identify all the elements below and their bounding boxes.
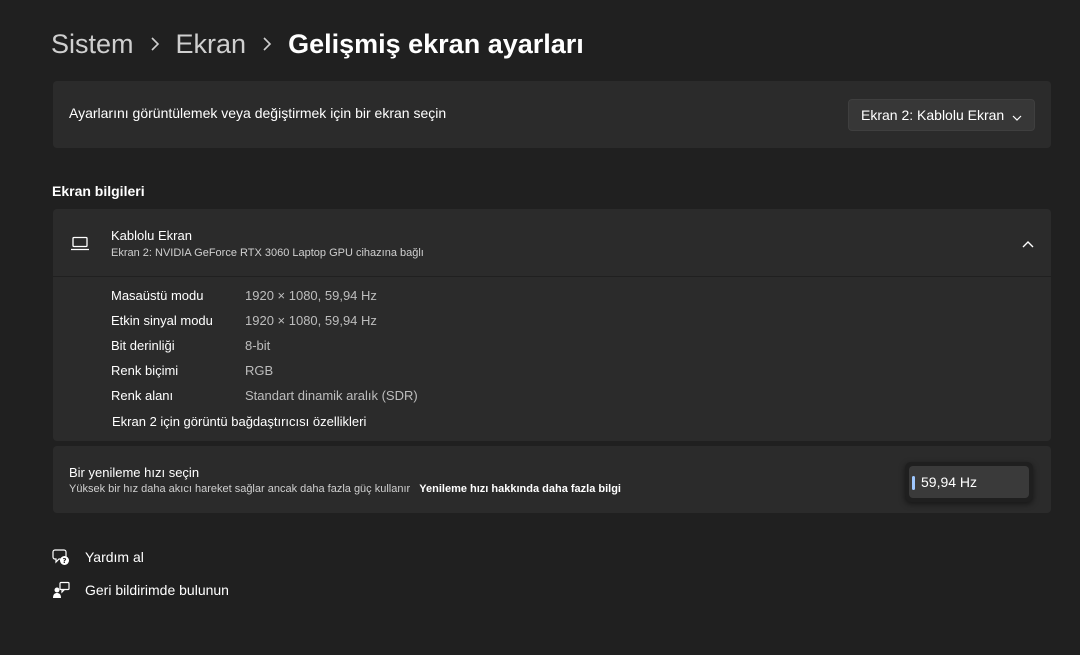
refresh-rate-title: Bir yenileme hızı seçin — [69, 465, 200, 480]
breadcrumb-sistem[interactable]: Sistem — [51, 29, 134, 60]
info-value: 1920 × 1080, 59,94 Hz — [245, 288, 377, 303]
display-dropdown[interactable]: Ekran 2: Kablolu Ekran — [848, 99, 1035, 131]
refresh-rate-value: 59,94 Hz — [921, 474, 978, 490]
laptop-icon — [70, 236, 90, 257]
refresh-rate-card: Bir yenileme hızı seçin Yüksek bir hız d… — [53, 446, 1051, 513]
chevron-down-icon — [1012, 110, 1022, 126]
refresh-rate-description: Yüksek bir hız daha akıcı hareket sağlar… — [69, 483, 621, 495]
display-info-details: Masaüstü modu 1920 × 1080, 59,94 Hz Etki… — [53, 277, 1051, 441]
chevron-up-icon[interactable] — [1022, 237, 1034, 255]
feedback-icon — [52, 581, 70, 599]
chevron-right-icon — [150, 37, 160, 51]
breadcrumb: Sistem Ekran Gelişmiş ekran ayarları — [51, 26, 584, 62]
svg-text:?: ? — [62, 557, 66, 565]
display-subtitle: Ekran 2: NVIDIA GeForce RTX 3060 Laptop … — [111, 247, 424, 259]
chevron-right-icon — [262, 37, 272, 51]
give-feedback-link[interactable]: Geri bildirimde bulunun — [52, 581, 229, 599]
info-key: Etkin sinyal modu — [111, 313, 213, 328]
info-value: 8-bit — [245, 338, 271, 353]
adapter-properties-link[interactable]: Ekran 2 için görüntü bağdaştırıcısı özel… — [112, 414, 366, 429]
refresh-rate-option-selected[interactable]: 59,94 Hz — [909, 466, 1029, 498]
refresh-rate-learn-more-link[interactable]: Yenileme hızı hakkında daha fazla bilgi — [419, 483, 621, 495]
get-help-link[interactable]: ? Yardım al — [52, 548, 144, 566]
help-icon: ? — [52, 548, 70, 566]
refresh-rate-dropdown[interactable]: 59,94 Hz — [905, 462, 1033, 502]
selection-indicator — [912, 476, 915, 490]
info-key: Bit derinliği — [111, 338, 175, 353]
display-name: Kablolu Ekran — [111, 228, 192, 243]
info-value: Standart dinamik aralık (SDR) — [245, 388, 418, 403]
section-title-display-info: Ekran bilgileri — [52, 183, 145, 199]
get-help-label: Yardım al — [85, 549, 144, 565]
info-value: 1920 × 1080, 59,94 Hz — [245, 313, 377, 328]
display-select-label: Ayarlarını görüntülemek veya değiştirmek… — [69, 105, 447, 121]
refresh-rate-description-text: Yüksek bir hız daha akıcı hareket sağlar… — [69, 483, 411, 495]
info-key: Renk biçimi — [111, 363, 179, 378]
display-info-expander[interactable]: Kablolu Ekran Ekran 2: NVIDIA GeForce RT… — [53, 209, 1051, 276]
info-value: RGB — [245, 363, 274, 378]
display-dropdown-value: Ekran 2: Kablolu Ekran — [861, 107, 1005, 123]
info-key: Renk alanı — [111, 388, 174, 403]
give-feedback-label: Geri bildirimde bulunun — [85, 582, 229, 598]
page-title: Gelişmiş ekran ayarları — [288, 28, 584, 59]
info-key: Masaüstü modu — [111, 288, 204, 303]
display-select-card: Ayarlarını görüntülemek veya değiştirmek… — [53, 81, 1051, 148]
breadcrumb-ekran[interactable]: Ekran — [176, 29, 247, 60]
